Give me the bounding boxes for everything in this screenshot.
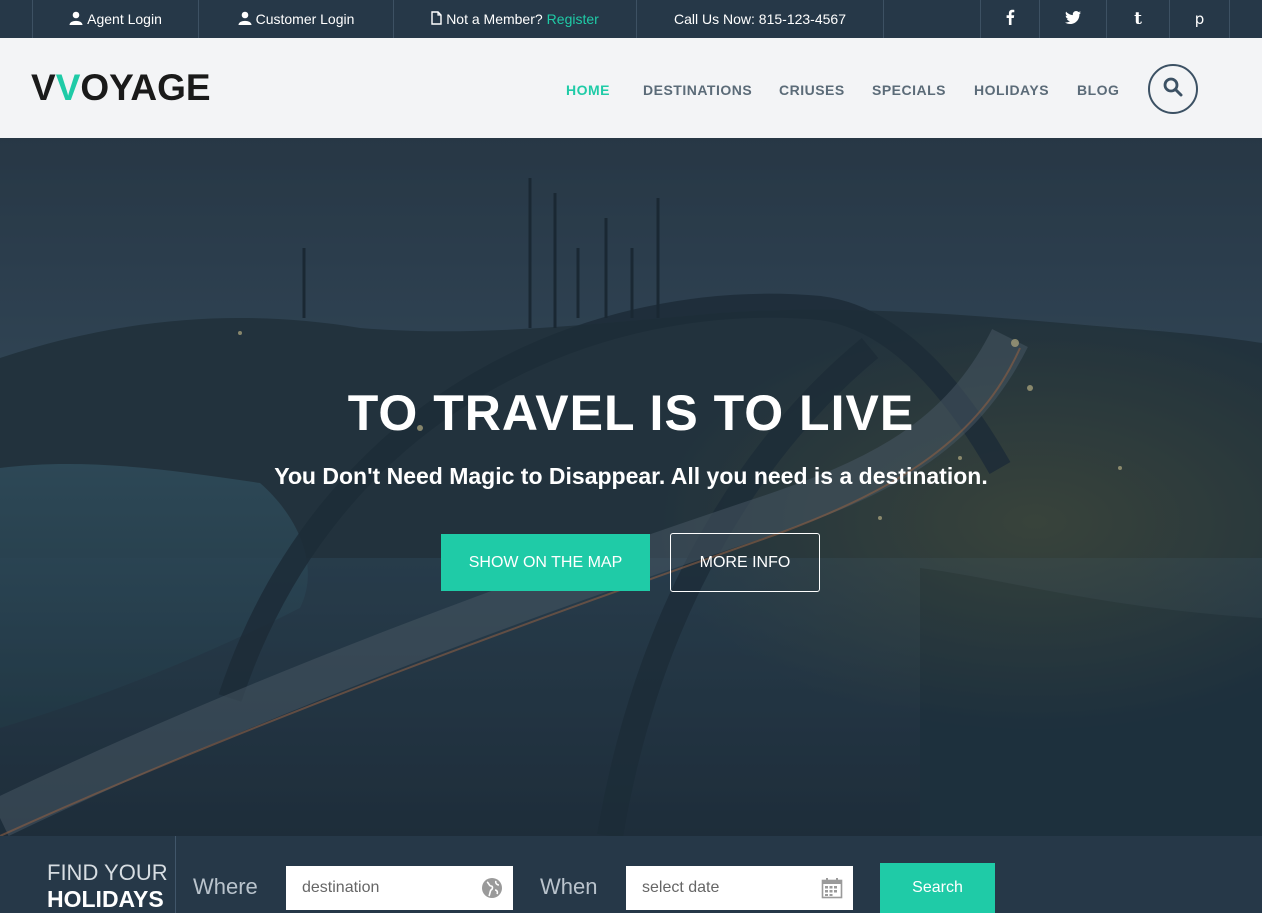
nav-holidays[interactable]: HOLIDAYS	[974, 82, 1049, 98]
nav-blog[interactable]: BLOG	[1077, 82, 1119, 98]
hero-title: TO TRAVEL IS TO LIVE	[347, 385, 915, 441]
facebook-icon	[1005, 9, 1015, 29]
calendar-icon[interactable]	[821, 877, 843, 904]
twitter-icon	[1065, 10, 1081, 28]
date-field-wrapper	[626, 866, 853, 910]
search-heading: FIND YOUR HOLIDAYS	[47, 860, 168, 912]
logo-letter: V	[31, 67, 56, 108]
more-info-button[interactable]: MORE INFO	[670, 533, 820, 592]
member-prompt: Not a Member?	[446, 11, 543, 27]
show-on-map-button[interactable]: SHOW ON THE MAP	[441, 534, 650, 591]
nav-destinations[interactable]: DESTINATIONS	[643, 82, 752, 98]
tumblr-link[interactable]: t	[1106, 0, 1169, 38]
search-heading-line2: HOLIDAYS	[47, 886, 164, 912]
when-label: When	[540, 874, 598, 899]
user-icon	[238, 11, 252, 28]
where-label: Where	[193, 874, 258, 899]
topbar-spacer	[883, 0, 980, 38]
nav-specials[interactable]: SPECIALS	[872, 82, 946, 98]
header-search-button[interactable]	[1148, 64, 1198, 114]
site-header: VVOYAGE HOME DESTINATIONS CRIUSES SPECIA…	[0, 38, 1262, 138]
agent-login-label: Agent Login	[87, 11, 162, 27]
call-us: Call Us Now: 815-123-4567	[636, 0, 883, 38]
agent-login-link[interactable]: Agent Login	[32, 0, 198, 38]
search-icon	[1163, 77, 1183, 102]
tumblr-icon: t	[1134, 9, 1142, 29]
user-icon	[69, 11, 83, 28]
twitter-link[interactable]	[1039, 0, 1106, 38]
document-icon	[431, 10, 442, 28]
facebook-link[interactable]	[980, 0, 1039, 38]
customer-login-label: Customer Login	[255, 11, 355, 27]
hero-subtitle: You Don't Need Magic to Disappear. All y…	[274, 463, 988, 489]
holiday-search-bar: FIND YOUR HOLIDAYS Where When Search	[0, 836, 1262, 913]
logo-accent-letter: V	[55, 67, 81, 108]
nav-cruises[interactable]: CRIUSES	[779, 82, 845, 98]
globe-icon	[481, 877, 503, 904]
hero-section: TO TRAVEL IS TO LIVE You Don't Need Magi…	[0, 138, 1262, 836]
destination-field-wrapper	[286, 866, 513, 910]
phone-text: Call Us Now: 815-123-4567	[674, 11, 846, 27]
site-logo[interactable]: VVOYAGE	[31, 66, 211, 110]
register-link[interactable]: Register	[547, 11, 599, 27]
search-divider	[175, 836, 176, 913]
nav-home[interactable]: HOME	[566, 82, 610, 98]
top-bar: Agent Login Customer Login Not a Member?…	[0, 0, 1262, 38]
customer-login-link[interactable]: Customer Login	[198, 0, 393, 38]
date-input[interactable]	[626, 866, 806, 910]
member-register: Not a Member? Register	[393, 0, 636, 38]
destination-input[interactable]	[286, 866, 466, 910]
search-heading-line1: FIND YOUR	[47, 860, 168, 885]
search-button[interactable]: Search	[880, 863, 995, 913]
pinterest-icon: p	[1194, 10, 1205, 28]
logo-text: OYAGE	[80, 67, 211, 108]
pinterest-link[interactable]: p	[1169, 0, 1230, 38]
